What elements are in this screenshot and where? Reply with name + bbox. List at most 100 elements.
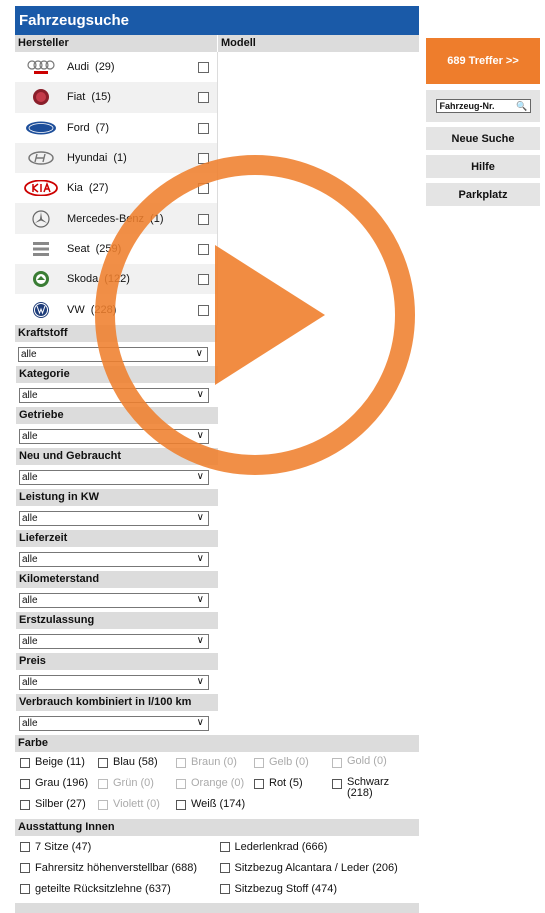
filter-select[interactable]: alle ∨ bbox=[19, 633, 209, 649]
interior-option[interactable]: 7 Sitze (47) bbox=[20, 841, 220, 853]
interior-checkbox[interactable] bbox=[20, 862, 30, 873]
filter-select[interactable]: alle ∨ bbox=[19, 428, 209, 444]
interior-option[interactable]: Sitzbezug Stoff (474) bbox=[219, 883, 420, 895]
filter-grid: Kraftstoff alle ∨ Kategorie alle ∨ Getriebe all… bbox=[15, 325, 419, 735]
color-checkbox[interactable] bbox=[98, 758, 108, 768]
vehicle-number-input[interactable]: Fahrzeug-Nr. 🔍 bbox=[435, 99, 531, 113]
results-button[interactable]: 689 Treffer >> bbox=[426, 38, 540, 84]
interior-option[interactable]: geteilte Rücksitzlehne (637) bbox=[20, 883, 220, 895]
manufacturer-item[interactable]: Mercedes-Benz (1) bbox=[15, 203, 217, 234]
chevron-down-icon[interactable]: ∨ bbox=[197, 552, 204, 565]
manufacturer-checkbox[interactable] bbox=[198, 274, 209, 286]
filter-select[interactable]: alle ∨ bbox=[19, 510, 209, 526]
interior-checkbox[interactable] bbox=[20, 883, 30, 894]
interior-checkbox[interactable] bbox=[219, 883, 230, 894]
filter-select-wrap: alle ∨ bbox=[16, 465, 218, 489]
interior-checkbox[interactable] bbox=[20, 841, 30, 852]
chevron-down-icon[interactable]: ∨ bbox=[197, 634, 204, 647]
color-checkbox[interactable] bbox=[20, 758, 30, 768]
color-label: Violett (0) bbox=[113, 798, 160, 810]
interior-option[interactable]: Sitzbezug Alcantara / Leder (206) bbox=[219, 862, 420, 874]
color-option: Orange (0) bbox=[176, 777, 254, 789]
filter-select-value: alle bbox=[22, 594, 38, 606]
filter-select-value: alle bbox=[22, 512, 38, 524]
manufacturer-item[interactable]: Kia (27) bbox=[15, 173, 217, 203]
page: Fahrzeugsuche Hersteller Modell Audi (29)… bbox=[0, 0, 545, 913]
color-option[interactable]: Schwarz (218) bbox=[332, 777, 410, 799]
chevron-down-icon[interactable]: ∨ bbox=[197, 593, 204, 606]
help-button[interactable]: Hilfe bbox=[426, 155, 540, 178]
interior-option[interactable]: Lederlenkrad (666) bbox=[219, 840, 420, 853]
filter-select-value: alle bbox=[22, 676, 38, 688]
manufacturer-checkbox[interactable] bbox=[198, 62, 209, 74]
chevron-down-icon[interactable]: ∨ bbox=[197, 511, 204, 524]
filter-select[interactable]: alle ∨ bbox=[19, 387, 209, 403]
magnifier-icon[interactable]: 🔍 bbox=[516, 100, 527, 112]
color-checkbox bbox=[176, 779, 186, 789]
action-panel: 689 Treffer >> Fahrzeug-Nr. 🔍 Neue Suche… bbox=[426, 38, 540, 206]
color-checkbox[interactable] bbox=[20, 800, 30, 810]
color-checkbox[interactable] bbox=[332, 779, 342, 789]
color-label: Beige (11) bbox=[35, 756, 85, 768]
chevron-down-icon[interactable]: ∨ bbox=[197, 429, 204, 442]
filter-label: Leistung in KW bbox=[16, 489, 218, 506]
manufacturer-checkbox[interactable] bbox=[198, 243, 209, 255]
interior-label: Lederlenkrad (666) bbox=[234, 840, 328, 853]
manufacturer-item[interactable]: Ford (7) bbox=[15, 113, 217, 143]
fiat-logo bbox=[23, 89, 59, 106]
manufacturer-item[interactable]: Fiat (15) bbox=[15, 82, 217, 113]
color-option[interactable]: Weiß (174) bbox=[176, 798, 254, 810]
filter-select-wrap: alle ∨ bbox=[16, 383, 218, 407]
color-option[interactable]: Rot (5) bbox=[254, 777, 332, 789]
color-option: Violett (0) bbox=[98, 798, 176, 810]
color-checkbox[interactable] bbox=[176, 800, 186, 810]
manufacturer-item[interactable]: Seat (259) bbox=[15, 234, 217, 264]
manufacturer-count: (259) bbox=[95, 242, 122, 255]
filter-select-wrap: alle ∨ bbox=[16, 711, 218, 735]
filter-cell: Neu und Gebraucht alle ∨ bbox=[15, 448, 218, 489]
chevron-down-icon[interactable]: ∨ bbox=[197, 675, 204, 688]
color-option[interactable]: Beige (11) bbox=[20, 756, 98, 768]
interior-option[interactable]: Fahrersitz höhenverstellbar (688) bbox=[20, 862, 220, 874]
interior-checkbox[interactable] bbox=[219, 862, 230, 873]
manufacturer-list: Audi (29) Fiat (15) Ford (7) Hyundai (1) Kia (27)… bbox=[15, 52, 217, 325]
filter-cell: Getriebe alle ∨ bbox=[15, 407, 218, 448]
parking-button[interactable]: Parkplatz bbox=[426, 183, 540, 206]
interior-checkbox[interactable] bbox=[219, 841, 230, 852]
filter-select[interactable]: alle ∨ bbox=[18, 346, 208, 362]
interior-label: geteilte Rücksitzlehne (637) bbox=[35, 882, 171, 895]
new-search-button[interactable]: Neue Suche bbox=[426, 127, 540, 150]
filter-select-wrap: alle ∨ bbox=[16, 506, 218, 530]
manufacturer-checkbox[interactable] bbox=[198, 153, 209, 165]
filter-cell: Kategorie alle ∨ bbox=[15, 366, 218, 407]
vehicle-number-placeholder: Fahrzeug-Nr. bbox=[439, 101, 495, 111]
manufacturer-item[interactable]: Skoda (122) bbox=[15, 264, 217, 295]
interior-row: geteilte Rücksitzlehne (637) Sitzbezug St… bbox=[15, 878, 419, 899]
manufacturer-checkbox[interactable] bbox=[198, 183, 209, 195]
chevron-down-icon[interactable]: ∨ bbox=[196, 347, 203, 360]
chevron-down-icon[interactable]: ∨ bbox=[197, 470, 204, 483]
filter-select-wrap: alle ∨ bbox=[16, 424, 218, 448]
color-option[interactable]: Silber (27) bbox=[20, 798, 98, 810]
filter-select[interactable]: alle ∨ bbox=[19, 469, 209, 485]
filter-select[interactable]: alle ∨ bbox=[19, 592, 209, 608]
filter-select[interactable]: alle ∨ bbox=[19, 551, 209, 567]
color-option[interactable]: Grau (196) bbox=[20, 777, 98, 789]
manufacturer-item[interactable]: VW (228) bbox=[15, 294, 217, 324]
chevron-down-icon[interactable]: ∨ bbox=[197, 388, 204, 401]
filter-cell: Erstzulassung alle ∨ bbox=[15, 612, 218, 653]
manufacturer-checkbox[interactable] bbox=[198, 213, 209, 225]
manufacturer-item[interactable]: Hyundai (1) bbox=[15, 142, 217, 174]
manufacturer-item[interactable]: Audi (29) bbox=[15, 52, 217, 82]
filter-select-value: alle bbox=[22, 635, 38, 647]
color-option: Gold (0) bbox=[332, 756, 410, 768]
filter-cell: Kraftstoff alle ∨ bbox=[15, 325, 217, 366]
color-option[interactable]: Blau (58) bbox=[98, 756, 176, 768]
manufacturer-checkbox[interactable] bbox=[198, 92, 209, 104]
manufacturer-checkbox[interactable] bbox=[198, 122, 209, 134]
color-checkbox[interactable] bbox=[254, 779, 264, 789]
filter-select[interactable]: alle ∨ bbox=[19, 674, 209, 690]
color-checkbox[interactable] bbox=[20, 779, 30, 789]
manufacturer-checkbox[interactable] bbox=[198, 304, 209, 316]
chevron-down-icon[interactable]: ∨ bbox=[197, 716, 204, 729]
